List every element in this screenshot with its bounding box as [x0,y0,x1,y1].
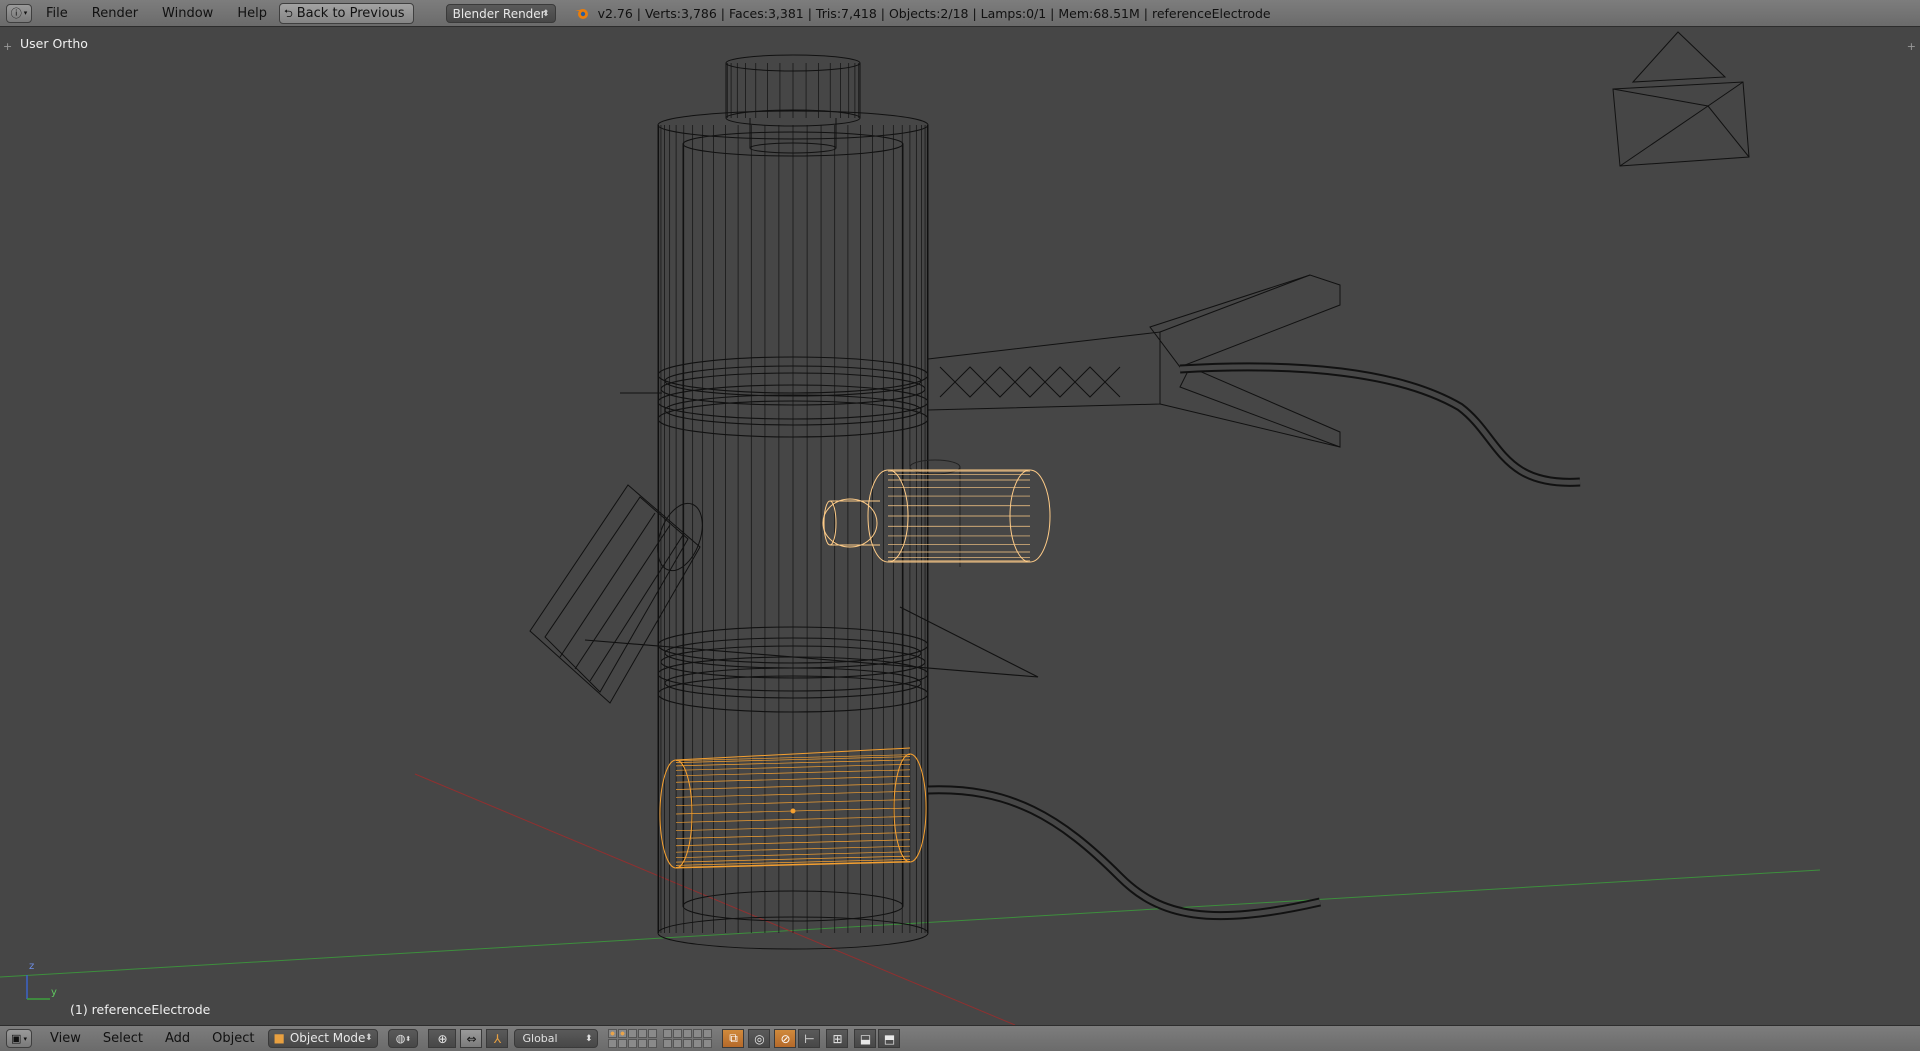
upper-cable[interactable] [1179,362,1581,487]
snap-increment-icon: ⊢ [804,1031,815,1046]
info-header: ⓘ ▾ File Render Window Help ⮌ Back to Pre… [0,0,1920,27]
transform-axis-icon-button[interactable]: ⅄ [486,1029,509,1048]
dropdown-arrows-icon: ⬍ [542,8,550,19]
lower-cable[interactable] [927,785,1321,921]
camera-object[interactable] [1612,31,1750,167]
upper-connector[interactable] [927,274,1341,448]
menu-help[interactable]: Help [237,6,267,21]
menu-view[interactable]: View [50,1031,81,1046]
scene-layers-b[interactable] [663,1029,713,1048]
menu-select[interactable]: Select [103,1031,143,1046]
scene-canvas[interactable] [0,27,1920,1025]
lower-ring[interactable] [584,606,1039,713]
render-engine-dropdown[interactable]: Blender Render ⬍ [445,3,556,23]
3d-viewport[interactable]: User Ortho + + z y (1) referenceElectrod… [0,27,1920,1025]
wireframe-sphere-icon: ◍ [395,1032,406,1045]
object-mode-icon: ■ [273,1031,285,1045]
back-to-previous-button[interactable]: ⮌ Back to Previous [278,2,414,24]
snap-target-button[interactable]: ⊞ [826,1029,849,1048]
menu-render[interactable]: Render [92,6,138,21]
manipulator-toggle[interactable]: ⇔ [460,1029,483,1048]
info-icon: ⓘ [10,7,22,20]
snap-toggle[interactable]: ⊘ [774,1029,797,1048]
region-expand-right-icon[interactable]: + [1907,40,1916,53]
blender-logo-icon [574,9,588,19]
manipulator-icon: ⇔ [466,1031,477,1046]
view-mode-label: User Ortho [20,36,88,51]
snap-target-icon: ⊞ [832,1031,843,1046]
menu-window[interactable]: Window [162,6,213,21]
upper-ring[interactable] [620,356,929,438]
cube-icon: ▣ [11,1032,22,1045]
pivot-icon: ⊕ [437,1031,448,1046]
menu-add[interactable]: Add [165,1031,190,1046]
axis-gizmo [26,975,50,1000]
transform-orientation-value: Global [522,1032,558,1045]
dropdown-arrows-icon: ⬍ [584,1033,593,1044]
snap-element-dropdown[interactable]: ⊢ [798,1029,821,1048]
interaction-mode-dropdown[interactable]: ■ Object Mode ⬍ [268,1029,379,1048]
active-object-label: (1) referenceElectrode [70,1002,211,1017]
main-cylinder[interactable] [657,110,929,950]
film-icon: ⬒ [883,1031,896,1046]
menu-object[interactable]: Object [212,1031,254,1046]
lock-camera-layers-button[interactable]: ⧉ [722,1029,745,1048]
cap-wire-lines [726,63,860,118]
viewport-shading-dropdown[interactable]: ◍ ⬍ [388,1029,419,1048]
menu-file[interactable]: File [46,6,68,21]
back-to-previous-label: Back to Previous [296,5,405,21]
interaction-mode-value: Object Mode [289,1031,366,1045]
3d-editor-type-button[interactable]: ▣ ▾ [6,1029,32,1048]
middle-electrode[interactable] [822,459,1051,567]
middle-electrode-wire [888,470,1030,562]
opengl-render-animation-button[interactable]: ⬒ [878,1029,901,1048]
magnet-icon: ⊘ [780,1031,791,1046]
back-icon: ⮌ [283,6,293,20]
lock-icon: ⧉ [729,1031,738,1045]
proportional-icon: ◎ [754,1031,765,1046]
scene-layers-a[interactable] [608,1029,658,1048]
proportional-editing-button[interactable]: ◎ [748,1029,771,1048]
editor-type-button[interactable]: ⓘ ▾ [6,3,32,23]
z-axis-label: z [29,961,35,972]
pivot-point-dropdown[interactable]: ⊕ [428,1029,457,1048]
transform-orientation-dropdown[interactable]: Global ⬍ [514,1029,599,1048]
scene-stats: v2.76 | Verts:3,786 | Faces:3,381 | Tris… [597,5,1271,21]
region-expand-left-icon[interactable]: + [3,40,12,53]
lower-cable-inner [927,787,1321,919]
3d-view-header: ▣ ▾ View Select Add Object ■ Object Mode … [0,1025,1920,1051]
y-axis-label: y [51,987,57,998]
camera-icon: ⬓ [859,1031,872,1046]
axis-icon: ⅄ [493,1031,502,1046]
render-engine-value: Blender Render [452,6,546,21]
opengl-render-image-button[interactable]: ⬓ [854,1029,877,1048]
dropdown-arrows-icon: ⬍ [364,1033,373,1043]
